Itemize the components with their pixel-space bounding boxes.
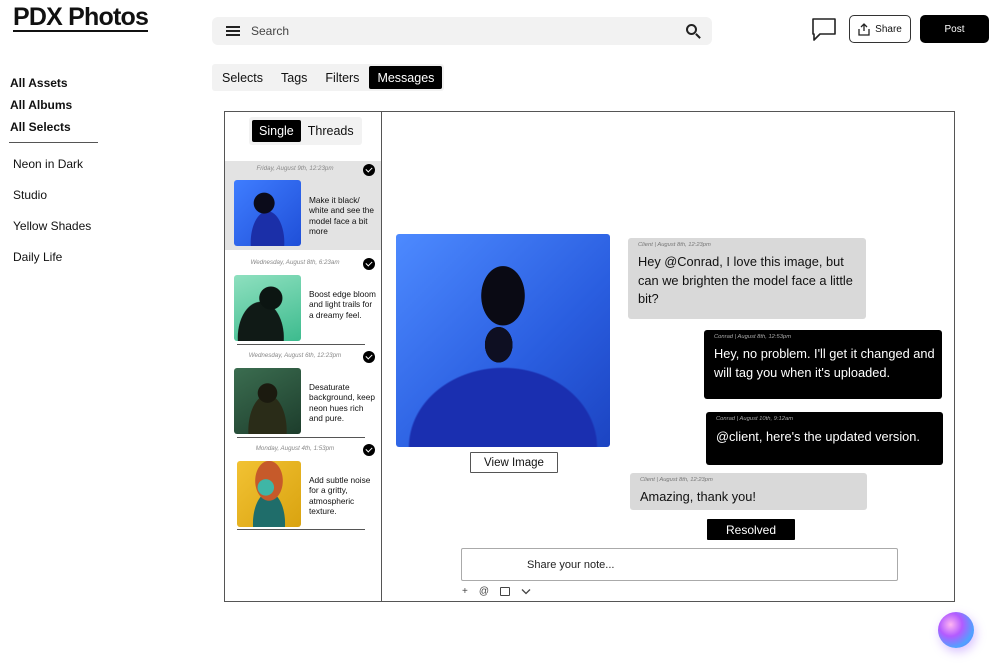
thread-date: Wednesday, August 6th, 12:23pm	[248, 352, 342, 359]
share-icon	[858, 22, 870, 36]
post-button[interactable]: Post	[920, 15, 989, 43]
messages-panel: Single Threads Friday, August 9th, 12:23…	[224, 111, 955, 602]
tab-messages[interactable]: Messages	[369, 66, 443, 89]
list-item[interactable]: Friday, August 9th, 12:23pm Make it blac…	[225, 161, 381, 250]
thread-thumbnail	[234, 275, 301, 341]
search-icon[interactable]	[686, 24, 697, 35]
share-label: Share	[875, 23, 902, 35]
sidebar: All Assets All Albums All Selects Neon i…	[0, 72, 100, 273]
tab-tags[interactable]: Tags	[273, 66, 315, 89]
sidebar-divider	[9, 142, 98, 143]
tab-bar: Selects Tags Filters Messages	[212, 64, 445, 91]
image-icon[interactable]	[500, 587, 510, 596]
message-bubble: Conrad | August 10th, 9:12am @client, he…	[706, 412, 943, 465]
thread-date: Wednesday, August 8th, 6:23am	[250, 259, 340, 266]
message-text: Amazing, thank you!	[640, 489, 756, 504]
check-icon[interactable]	[363, 444, 375, 456]
toggle-single[interactable]: Single	[252, 120, 301, 142]
thread-summary: Boost edge bloom and light trails for a …	[309, 289, 376, 320]
selected-photo[interactable]	[396, 234, 610, 447]
thread-date: Monday, August 4th, 1:53pm	[255, 445, 335, 452]
thread-divider	[237, 344, 365, 345]
search-input[interactable]	[251, 24, 651, 38]
sidebar-item-studio[interactable]: Studio	[13, 180, 100, 211]
list-item[interactable]: Wednesday, August 6th, 12:23pm Desaturat…	[225, 348, 381, 441]
thread-summary: Desaturate background, keep neon hues ri…	[309, 382, 375, 423]
check-icon[interactable]	[363, 258, 375, 270]
thread-summary: Add subtle noise for a gritty, atmospher…	[309, 475, 371, 516]
message-text: Hey @Conrad, I love this image, but can …	[638, 254, 853, 306]
thread-summary: Make it black/ white and see the model f…	[309, 195, 375, 236]
check-icon[interactable]	[363, 164, 375, 176]
tab-selects[interactable]: Selects	[214, 66, 271, 89]
share-button[interactable]: Share	[849, 15, 911, 43]
thread-thumbnail	[234, 180, 301, 246]
app-logo[interactable]: PDX Photos	[13, 4, 149, 32]
chevron-down-icon[interactable]	[521, 588, 531, 595]
thread-divider	[237, 437, 365, 438]
thread-date: Friday, August 9th, 12:23pm	[256, 165, 334, 172]
menu-icon[interactable]	[226, 26, 240, 36]
message-meta: Conrad | August 8th, 12:53pm	[714, 334, 792, 340]
thread-list: Single Threads Friday, August 9th, 12:23…	[225, 112, 382, 601]
check-icon[interactable]	[363, 351, 375, 363]
message-meta: Client | August 8th, 12:23pm	[640, 477, 713, 483]
toggle-threads[interactable]: Threads	[301, 120, 361, 142]
chat-icon[interactable]	[811, 17, 837, 43]
message-meta: Conrad | August 10th, 9:12am	[716, 416, 794, 422]
message-text: Hey, no problem. I'll get it changed and…	[714, 346, 935, 380]
message-meta: Client | August 8th, 12:23pm	[638, 242, 711, 248]
search-bar[interactable]	[212, 17, 712, 45]
sidebar-item-neon-in-dark[interactable]: Neon in Dark	[13, 149, 100, 180]
view-image-button[interactable]: View Image	[470, 452, 558, 473]
sidebar-item-all-albums[interactable]: All Albums	[10, 94, 100, 116]
conversation-pane: View Image Client | August 8th, 12:23pm …	[383, 112, 954, 601]
sidebar-item-daily-life[interactable]: Daily Life	[13, 242, 100, 273]
tab-filters[interactable]: Filters	[317, 66, 367, 89]
message-bubble: Client | August 8th, 12:23pm Hey @Conrad…	[628, 238, 866, 319]
sidebar-item-all-selects[interactable]: All Selects	[10, 116, 100, 138]
note-input[interactable]	[461, 548, 898, 581]
add-icon[interactable]: +	[462, 586, 468, 597]
list-item[interactable]: Monday, August 4th, 1:53pm Add subtle no…	[225, 441, 381, 534]
mention-icon[interactable]: @	[479, 586, 489, 597]
thread-thumbnail	[237, 461, 301, 527]
composer-toolbar: + @	[462, 586, 531, 597]
ai-assistant-orb[interactable]	[938, 612, 974, 648]
sidebar-item-all-assets[interactable]: All Assets	[10, 72, 100, 94]
thread-divider	[237, 529, 365, 530]
list-item[interactable]: Wednesday, August 8th, 6:23am Boost edge…	[225, 255, 381, 348]
message-text: @client, here's the updated version.	[716, 429, 920, 444]
message-bubble: Client | August 8th, 12:23pm Amazing, th…	[630, 473, 867, 510]
thread-thumbnail	[234, 368, 301, 434]
sidebar-item-yellow-shades[interactable]: Yellow Shades	[13, 211, 100, 242]
view-toggle: Single Threads	[249, 117, 362, 145]
resolved-button[interactable]: Resolved	[707, 519, 795, 540]
message-bubble: Conrad | August 8th, 12:53pm Hey, no pro…	[704, 330, 942, 399]
